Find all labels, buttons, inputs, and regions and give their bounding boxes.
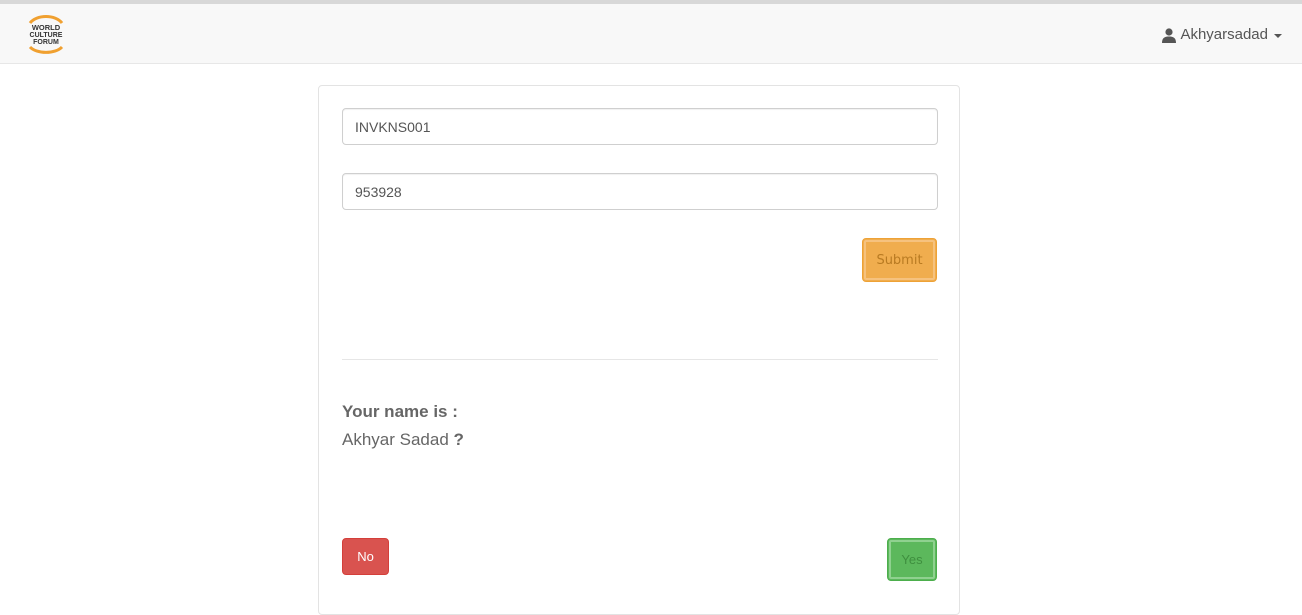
- logo-line-1: WORLD: [32, 23, 61, 32]
- user-icon: [1162, 27, 1177, 43]
- name-question-label: Your name is :: [342, 402, 458, 421]
- section-divider: [342, 359, 938, 360]
- submit-button[interactable]: Submit: [862, 238, 937, 282]
- logo-line-3: FORUM: [33, 39, 59, 46]
- invitation-code-input[interactable]: [342, 108, 938, 145]
- logo-line-2: CULTURE: [30, 32, 63, 39]
- world-culture-forum-logo[interactable]: WORLD CULTURE FORUM: [24, 9, 68, 59]
- chevron-down-icon: [1274, 33, 1282, 38]
- username-label: Akhyarsadad: [1180, 26, 1268, 43]
- question-mark: ?: [453, 430, 464, 449]
- confirmed-name: Akhyar Sadad: [342, 430, 449, 449]
- user-dropdown[interactable]: Akhyarsadad: [1161, 26, 1282, 43]
- top-navbar: WORLD CULTURE FORUM Akhyarsadad: [0, 0, 1302, 64]
- yes-button[interactable]: Yes: [887, 538, 937, 581]
- no-button[interactable]: No: [342, 538, 389, 575]
- pin-code-input[interactable]: [342, 173, 938, 210]
- name-confirmation-text: Akhyar Sadad ?: [342, 430, 464, 450]
- verification-panel: Submit Your name is : Akhyar Sadad ? No …: [318, 85, 960, 615]
